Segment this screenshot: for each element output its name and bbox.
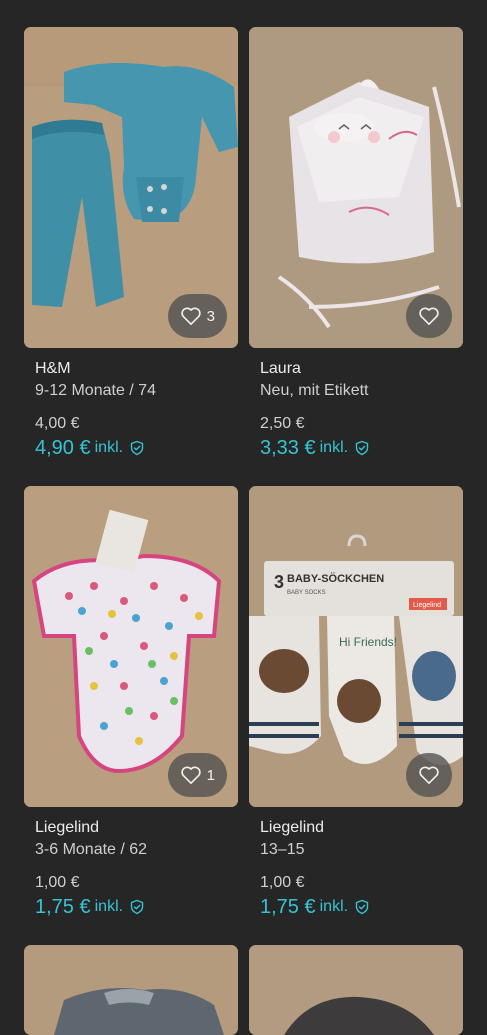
item-meta: H&M 9-12 Monate / 74 4,00 € 4,90 € inkl. bbox=[35, 359, 235, 460]
favorite-button[interactable]: 3 bbox=[167, 294, 227, 338]
item-size: Neu, mit Etikett bbox=[260, 382, 369, 399]
socks-pack-subtitle: BABY SOCKS bbox=[287, 590, 326, 596]
price-incl-amount: 1,75 € bbox=[260, 896, 316, 918]
heart-icon bbox=[419, 307, 439, 325]
incl-label: inkl. bbox=[94, 898, 124, 915]
item-price: 1,00 € bbox=[260, 874, 305, 891]
incl-label: inkl. bbox=[319, 439, 349, 456]
item-photo-heart-bodysuit[interactable]: 1 bbox=[24, 486, 238, 807]
item-photo-towel[interactable] bbox=[249, 27, 463, 348]
shield-check-icon bbox=[130, 899, 144, 915]
item-brand[interactable]: Laura bbox=[260, 359, 460, 381]
item-price: 1,00 € bbox=[35, 874, 80, 891]
favorite-button[interactable]: 1 bbox=[167, 753, 227, 797]
favorite-button[interactable] bbox=[406, 753, 452, 797]
shield-check-icon bbox=[130, 440, 144, 456]
favorite-count: 1 bbox=[206, 766, 215, 784]
item-brand[interactable]: Liegelind bbox=[260, 818, 460, 840]
heart-icon bbox=[180, 766, 201, 784]
item-price: 4,00 € bbox=[35, 415, 80, 432]
heart-icon bbox=[419, 766, 439, 784]
item-price-incl[interactable]: 1,75 € inkl. bbox=[260, 895, 460, 919]
price-incl-amount: 4,90 € bbox=[35, 437, 91, 459]
item-photo-partial[interactable] bbox=[249, 945, 463, 1035]
item-price-incl[interactable]: 3,33 € inkl. bbox=[260, 436, 460, 460]
item-size: 9-12 Monate / 74 bbox=[35, 382, 156, 399]
item-size: 3-6 Monate / 62 bbox=[35, 841, 148, 858]
shield-check-icon bbox=[355, 440, 369, 456]
item-meta: Liegelind 3-6 Monate / 62 1,00 € 1,75 € … bbox=[35, 818, 235, 919]
item-price-incl[interactable]: 1,75 € inkl. bbox=[35, 895, 235, 919]
sock-print-text: Hi Friends! bbox=[339, 635, 397, 649]
price-incl-amount: 3,33 € bbox=[260, 437, 316, 459]
item-price: 2,50 € bbox=[260, 415, 305, 432]
item-photo-socks[interactable]: 3 BABY-SÖCKCHEN BABY SOCKS Liegelind Hi … bbox=[249, 486, 463, 807]
item-price-incl[interactable]: 4,90 € inkl. bbox=[35, 436, 235, 460]
favorite-count: 3 bbox=[206, 307, 215, 325]
item-photo-bodysuit[interactable]: 3 bbox=[24, 27, 238, 348]
socks-brand-tag: Liegelind bbox=[413, 602, 441, 609]
socks-pack-count: 3 bbox=[274, 572, 284, 592]
item-brand[interactable]: Liegelind bbox=[35, 818, 235, 840]
incl-label: inkl. bbox=[319, 898, 349, 915]
favorite-button[interactable] bbox=[406, 294, 452, 338]
heart-icon bbox=[180, 307, 201, 325]
item-meta: Liegelind 13–15 1,00 € 1,75 € inkl. bbox=[260, 818, 460, 919]
item-size: 13–15 bbox=[260, 841, 305, 858]
item-photo-partial[interactable] bbox=[24, 945, 238, 1035]
item-brand[interactable]: H&M bbox=[35, 359, 235, 381]
item-meta: Laura Neu, mit Etikett 2,50 € 3,33 € ink… bbox=[260, 359, 460, 460]
shield-check-icon bbox=[355, 899, 369, 915]
incl-label: inkl. bbox=[94, 439, 124, 456]
price-incl-amount: 1,75 € bbox=[35, 896, 91, 918]
socks-pack-title: BABY-SÖCKCHEN bbox=[287, 572, 384, 585]
